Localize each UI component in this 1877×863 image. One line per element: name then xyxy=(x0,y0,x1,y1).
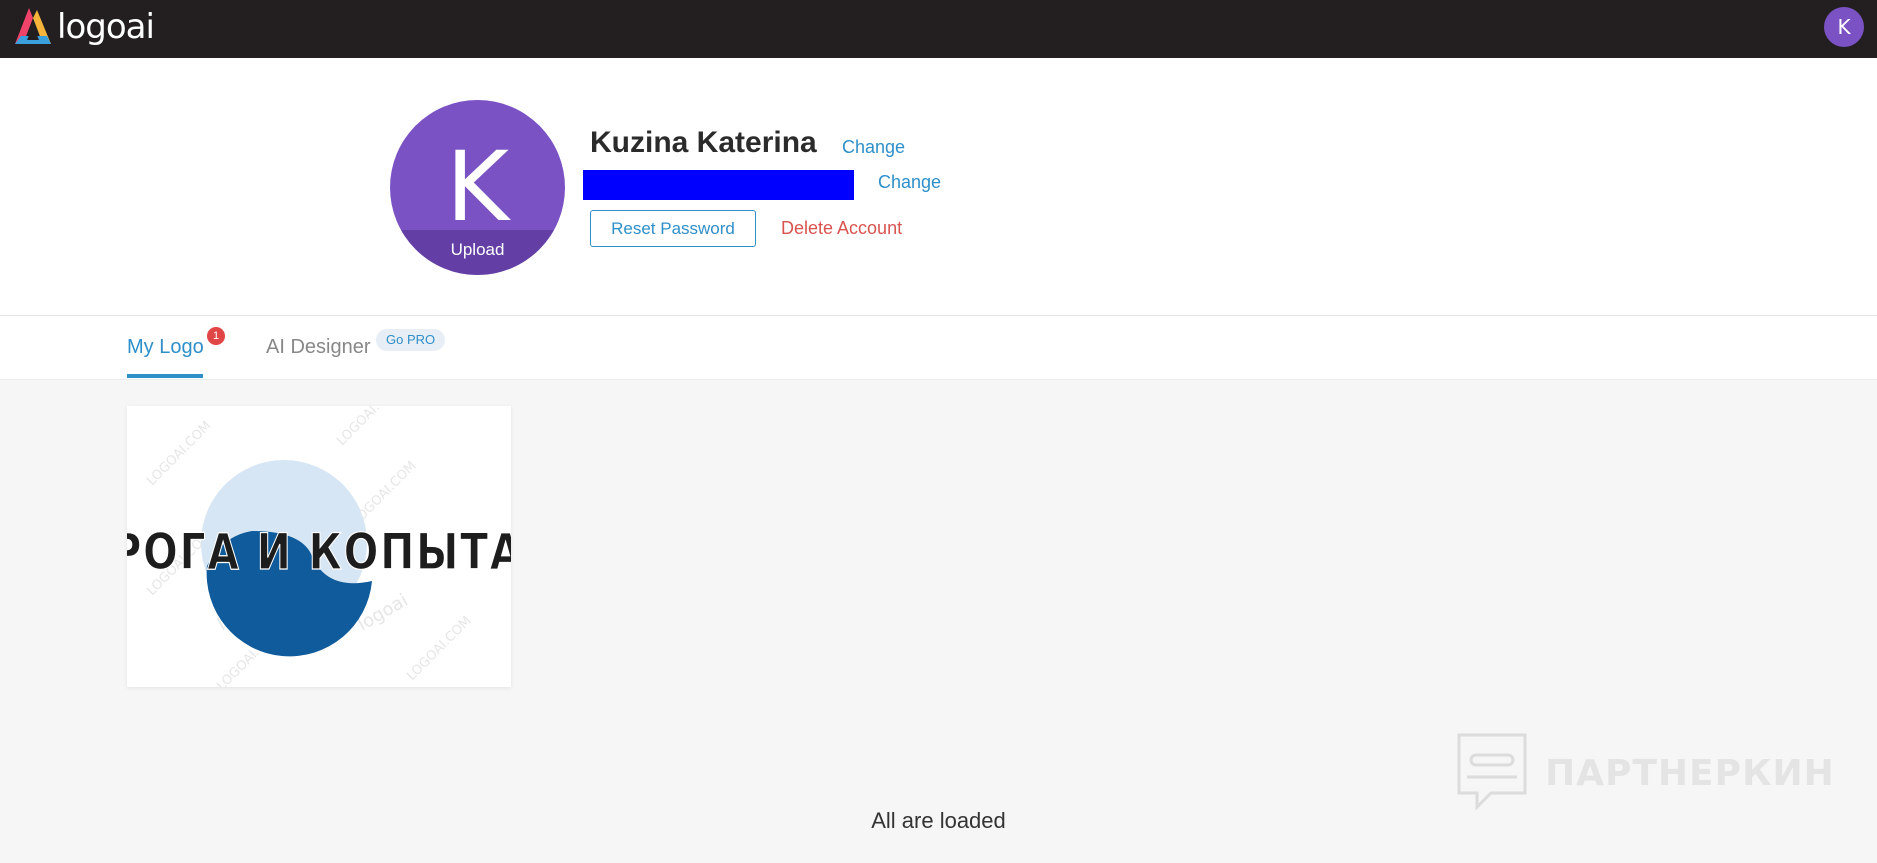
logo-card[interactable]: LOGOAI.COM LOGOAI.COM LOGOAI.COM LOGOAI.… xyxy=(127,406,511,687)
top-navigation-bar: logoai K xyxy=(0,0,1877,58)
chat-bubble-icon xyxy=(1455,731,1529,816)
profile-header: K Upload Kuzina Katerina Change Change R… xyxy=(0,58,1877,316)
profile-name: Kuzina Katerina xyxy=(590,126,817,159)
logo-watermark: LOGOAI.COM xyxy=(334,406,404,449)
tab-my-logo[interactable]: My Logo xyxy=(127,336,204,359)
reset-password-button[interactable]: Reset Password xyxy=(590,210,756,247)
logo-text: РОГА И КОПЫТА xyxy=(127,523,511,581)
logo-watermark: LOGOAI.COM xyxy=(144,418,214,488)
brand-logo[interactable]: logoai xyxy=(13,4,155,50)
change-email-link[interactable]: Change xyxy=(878,172,941,193)
profile-avatar[interactable]: K Upload xyxy=(390,100,565,275)
upload-avatar-button[interactable]: Upload xyxy=(390,230,565,275)
tab-bar: My Logo 1 AI Designer Go PRO xyxy=(0,316,1877,380)
delete-account-link[interactable]: Delete Account xyxy=(781,218,902,239)
partner-watermark-text: ПАРТНЕРКИН xyxy=(1545,753,1835,794)
change-name-link[interactable]: Change xyxy=(842,137,905,158)
partner-watermark: ПАРТНЕРКИН xyxy=(1455,731,1835,816)
email-redacted xyxy=(583,170,854,200)
active-tab-indicator xyxy=(127,374,203,378)
go-pro-badge[interactable]: Go PRO xyxy=(376,329,446,351)
logo-preview: LOGOAI.COM LOGOAI.COM LOGOAI.COM LOGOAI.… xyxy=(127,406,511,687)
brand-name: logoai xyxy=(57,7,155,47)
user-avatar[interactable]: K xyxy=(1824,7,1864,47)
logo-watermark: LOGOAI.COM xyxy=(404,613,474,683)
tab-ai-designer[interactable]: AI Designer xyxy=(266,336,371,359)
logoai-logo-icon xyxy=(13,6,57,48)
my-logo-count-badge: 1 xyxy=(207,327,225,345)
